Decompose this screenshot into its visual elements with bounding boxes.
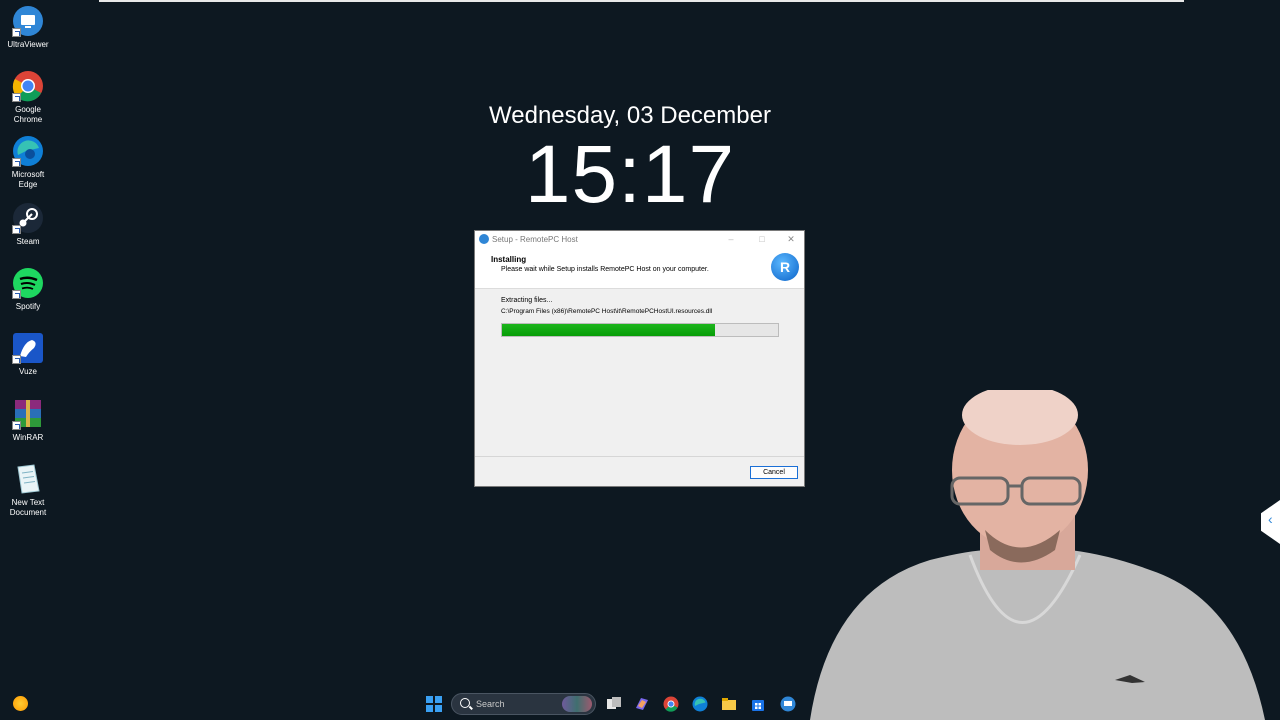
current-file-path: C:\Program Files (x86)\RemotePC Host\it\… [501,308,713,315]
dialog-title: Setup - RemotePC Host [492,235,578,244]
chrome-taskbar-icon[interactable] [663,696,679,712]
vuze-icon [12,332,44,364]
installing-heading: Installing [491,255,527,264]
start-button[interactable] [426,696,442,712]
desktop-icon-ultraviewer[interactable]: UltraViewer [2,5,54,50]
spotify-icon [12,267,44,299]
desktop-icon-vuze[interactable]: Vuze [2,332,54,377]
edge-taskbar-icon[interactable] [692,696,708,712]
dialog-header: Installing Please wait while Setup insta… [475,248,804,289]
minimize-button[interactable]: – [724,233,738,245]
top-edge-line [99,0,1184,2]
search-highlight-icon [562,696,592,712]
desktop-icon-winrar[interactable]: WinRAR [2,398,54,443]
installing-subheading: Please wait while Setup installs RemoteP… [501,266,709,273]
weather-icon[interactable] [13,696,28,711]
desktop-icon-label: New Text Document [9,498,47,517]
chevron-left-icon: ‹ [1268,511,1273,527]
task-view-icon[interactable] [606,696,622,712]
logo-letter: R [779,259,791,275]
desktop-icon-label: Steam [16,237,40,246]
maximize-button[interactable]: □ [755,233,769,245]
store-icon[interactable] [750,696,766,712]
webcam-presenter-image [810,390,1265,720]
install-progress-bar [501,323,779,337]
desktop-icon-new-text-document[interactable]: New Text Document [2,463,54,518]
remotepc-logo-icon: R [771,253,799,281]
lock-date: Wednesday, 03 December [489,102,771,129]
copilot-icon[interactable] [634,696,650,712]
remotepc-app-icon [479,234,489,244]
search-placeholder: Search [476,699,505,709]
footer-divider [475,456,804,457]
desktop-icon-label: Vuze [19,367,37,376]
progress-fill [502,324,715,336]
search-icon [460,698,470,708]
setup-dialog: Setup - RemotePC Host – □ ✕ Installing P… [474,230,805,487]
chrome-icon [12,70,44,102]
lock-time: 15:17 [524,129,736,220]
close-button[interactable]: ✕ [784,233,798,245]
desktop-icon-label: UltraViewer [7,40,49,49]
desktop-icon-label: Spotify [15,302,41,311]
ultraviewer-icon [12,5,44,37]
desktop-icon-label: WinRAR [12,433,44,442]
cancel-button[interactable]: Cancel [750,466,798,479]
text-document-icon [12,463,44,495]
ultraviewer-taskbar-icon[interactable] [780,696,796,712]
dialog-titlebar[interactable]: Setup - RemotePC Host – □ ✕ [475,231,804,248]
desktop-icon-spotify[interactable]: Spotify [2,267,54,312]
file-explorer-icon[interactable] [721,696,737,712]
winrar-icon [12,398,44,430]
taskbar-search[interactable]: Search [451,693,596,715]
status-text: Extracting files... [501,297,553,304]
